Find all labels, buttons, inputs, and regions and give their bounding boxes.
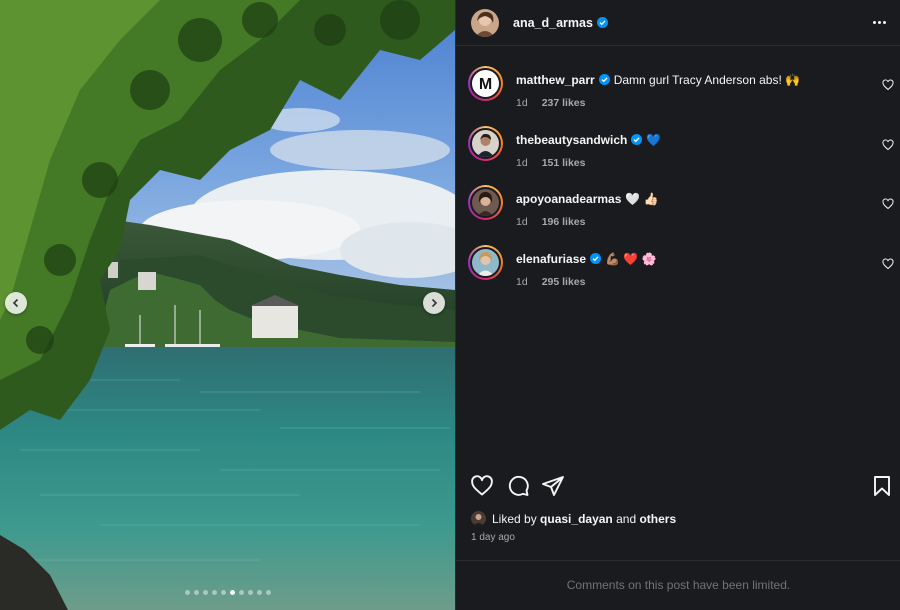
- author-avatar[interactable]: [471, 8, 499, 37]
- comment-username[interactable]: elenafuriase: [516, 252, 586, 266]
- comment-item: M matthew_parr Damn gurl Tracy Anderson a…: [456, 62, 900, 122]
- comment-text: 🤍 👍🏻: [625, 192, 659, 206]
- carousel-next-button[interactable]: [423, 292, 445, 314]
- comment-meta: 1d 295 likes: [516, 276, 585, 288]
- verified-badge-icon: [596, 16, 608, 28]
- heart-outline-icon[interactable]: [882, 79, 894, 91]
- story-ring[interactable]: M: [468, 66, 503, 101]
- liked-by-user[interactable]: quasi_dayan: [540, 512, 613, 526]
- lake-landscape-image: [0, 0, 455, 610]
- comment-meta: 1d 196 likes: [516, 216, 585, 228]
- carousel-dot: [256, 590, 262, 595]
- carousel-dot: [193, 590, 199, 595]
- carousel-prev-button[interactable]: [5, 292, 27, 314]
- story-ring[interactable]: [468, 125, 503, 161]
- carousel-indicator: [0, 590, 455, 595]
- heart-outline-icon[interactable]: [882, 198, 894, 210]
- commenter-avatar: [472, 248, 499, 276]
- post-photo: [0, 0, 455, 610]
- carousel-dot: [202, 590, 208, 595]
- share-send-icon[interactable]: [541, 474, 565, 498]
- comment-likes[interactable]: 196 likes: [542, 216, 586, 228]
- bookmark-save-icon[interactable]: [870, 474, 894, 498]
- comment-text: 💙: [646, 132, 662, 147]
- comment-username[interactable]: thebeautysandwich: [516, 133, 627, 147]
- story-ring[interactable]: [468, 244, 503, 280]
- comment-item: apoyoanadearmas 🤍 👍🏻 1d 196 likes: [456, 181, 900, 241]
- commenter-avatar: M: [472, 70, 499, 97]
- comment-line: elenafuriase 💪🏽 ❤️ 🌸: [516, 252, 657, 266]
- comment-meta: 1d 151 likes: [516, 157, 585, 169]
- chevron-right-icon: [431, 298, 438, 308]
- comments-list: M matthew_parr Damn gurl Tracy Anderson a…: [456, 62, 900, 300]
- comment-age: 1d: [516, 275, 528, 288]
- post-timestamp[interactable]: 1 day ago: [471, 532, 515, 543]
- comment-line: thebeautysandwich 💙: [516, 133, 661, 147]
- comment-item: elenafuriase 💪🏽 ❤️ 🌸 1d 295 likes: [456, 241, 900, 301]
- verified-badge-icon: [631, 133, 643, 145]
- commenter-avatar: [472, 189, 499, 216]
- comment-area-divider: [456, 560, 900, 561]
- liked-by-conjunction: and: [616, 511, 637, 526]
- comment-bubble-icon[interactable]: [506, 474, 530, 498]
- liker-avatar[interactable]: [471, 511, 486, 526]
- post-actions-bar: [456, 472, 900, 500]
- comment-text: Damn gurl Tracy Anderson abs! 🙌: [613, 73, 801, 87]
- carousel-dot: [211, 590, 217, 595]
- comment-text: 💪🏽 ❤️ 🌸: [605, 251, 657, 266]
- carousel-dot: [229, 590, 235, 595]
- comment-likes[interactable]: 237 likes: [542, 97, 586, 109]
- post-details-panel: ana_d_armas M matthew_parr Damn gurl Trac…: [455, 0, 900, 610]
- comment-line: matthew_parr Damn gurl Tracy Anderson abs…: [516, 73, 800, 87]
- comment-age: 1d: [516, 216, 528, 228]
- more-dot: [877, 20, 881, 24]
- more-horizontal-icon: [872, 20, 876, 24]
- liked-by-others[interactable]: others: [639, 512, 676, 526]
- carousel-dot: [238, 590, 244, 595]
- verified-badge-icon: [598, 74, 610, 85]
- commenter-avatar: [472, 129, 499, 157]
- carousel-dot: [247, 590, 253, 595]
- carousel-dot: [184, 590, 190, 595]
- chevron-left-icon: [12, 298, 19, 308]
- more-dot: [882, 20, 886, 24]
- heart-outline-icon[interactable]: [882, 257, 894, 270]
- liked-by-summary: Liked by quasi_dayan and others: [471, 511, 676, 526]
- story-ring[interactable]: [468, 185, 503, 220]
- like-heart-icon[interactable]: [470, 474, 494, 498]
- comment-age: 1d: [516, 97, 528, 109]
- comment-item: thebeautysandwich 💙 1d 151 likes: [456, 122, 900, 182]
- liked-by-prefix: Liked by: [492, 511, 537, 526]
- comments-limited-notice: Comments on this post have been limited.: [566, 578, 791, 592]
- verified-badge-icon: [590, 252, 602, 264]
- author-username[interactable]: ana_d_armas: [513, 16, 608, 30]
- heart-outline-icon[interactable]: [882, 138, 894, 151]
- comment-username[interactable]: matthew_parr: [516, 73, 595, 87]
- comment-likes[interactable]: 151 likes: [542, 157, 586, 169]
- carousel-dot: [265, 590, 271, 595]
- svg-text:M: M: [479, 76, 492, 93]
- comment-username[interactable]: apoyoanadearmas: [516, 192, 621, 206]
- comment-line: apoyoanadearmas 🤍 👍🏻: [516, 192, 659, 206]
- comment-age: 1d: [516, 156, 528, 169]
- more-options-button[interactable]: [870, 14, 888, 30]
- comment-meta: 1d 237 likes: [516, 97, 585, 109]
- comment-likes[interactable]: 295 likes: [542, 276, 586, 288]
- post-header: ana_d_armas: [456, 0, 900, 46]
- carousel-dot: [220, 590, 226, 595]
